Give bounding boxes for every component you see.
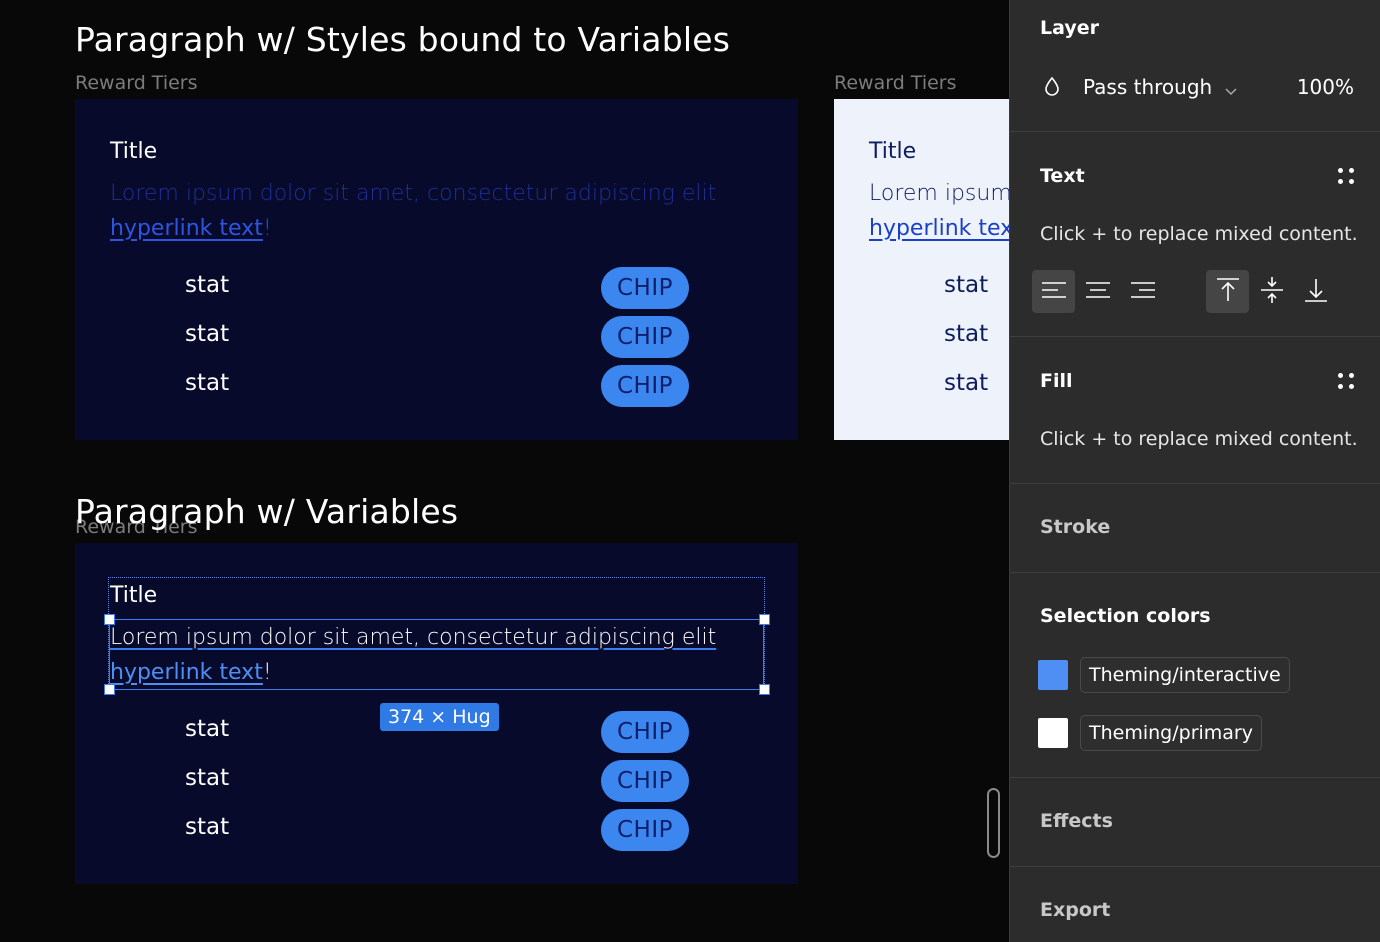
align-right-button[interactable] [1121, 270, 1164, 313]
align-middle-icon [1259, 276, 1285, 308]
paragraph-text: Lorem ipsum dolor sit amet, consectetur … [110, 181, 717, 206]
align-middle-button[interactable] [1250, 270, 1293, 313]
fill-mixed-hint: Click + to replace mixed content. [1040, 428, 1358, 450]
card-title[interactable]: Title [869, 139, 916, 164]
frame-label-2[interactable]: Reward Tiers [834, 72, 957, 94]
align-bottom-icon [1303, 277, 1329, 307]
stat-label: stat [185, 765, 230, 791]
fill-title: Fill [1040, 370, 1073, 392]
export-section[interactable]: Export [1010, 867, 1380, 942]
blend-mode-dropdown[interactable]: Pass through [1083, 75, 1237, 101]
text-selection-box[interactable] [109, 619, 764, 690]
text-title: Text [1040, 165, 1085, 187]
section-heading-styles: Paragraph w/ Styles bound to Variables [75, 20, 731, 59]
selection-colors-section: Selection colors Theming/interactive The… [1010, 573, 1380, 778]
variable-token-primary[interactable]: Theming/primary [1080, 715, 1262, 751]
section-heading-variables: Paragraph w/ Variables [75, 492, 459, 531]
effects-section[interactable]: Effects [1010, 778, 1380, 867]
stat-label: stat [944, 272, 989, 298]
resize-handle-top-left[interactable] [104, 614, 115, 625]
frame-label-1[interactable]: Reward Tiers [75, 72, 198, 94]
canvas-scrollbar[interactable] [987, 788, 1000, 858]
card-paragraph[interactable]: Lorem ipsum hyperlink tex [869, 176, 1009, 246]
align-center-button[interactable] [1076, 270, 1119, 313]
resize-handle-top-right[interactable] [759, 614, 770, 625]
resize-handle-bottom-left[interactable] [104, 684, 115, 695]
hyperlink[interactable]: hyperlink text [110, 216, 263, 241]
export-title: Export [1040, 899, 1111, 921]
align-left-icon [1041, 280, 1067, 304]
card-paragraph[interactable]: Lorem ipsum dolor sit amet, consectetur … [110, 176, 716, 246]
color-swatch-interactive[interactable] [1038, 660, 1068, 690]
layer-section: Layer Pass through 100% [1010, 0, 1380, 132]
align-bottom-button[interactable] [1294, 270, 1337, 313]
variable-token-interactive[interactable]: Theming/interactive [1080, 657, 1290, 693]
chip[interactable]: CHIP [601, 809, 689, 851]
stat-label: stat [944, 370, 989, 396]
text-mixed-hint: Click + to replace mixed content. [1040, 223, 1358, 245]
align-top-button[interactable] [1206, 270, 1249, 313]
chip[interactable]: CHIP [601, 711, 689, 753]
text-section: Text Click + to replace mixed content. [1010, 132, 1380, 337]
reward-tiers-frame-light[interactable]: Title Lorem ipsum hyperlink tex stat sta… [834, 99, 1009, 440]
effects-title: Effects [1040, 810, 1113, 832]
stat-label: stat [944, 321, 989, 347]
stat-label: stat [185, 321, 230, 347]
reward-tiers-frame-dark[interactable]: Title Lorem ipsum dolor sit amet, consec… [75, 99, 798, 440]
styles-grid-icon[interactable] [1338, 373, 1354, 389]
chip[interactable]: CHIP [601, 365, 689, 407]
align-left-button[interactable] [1032, 270, 1075, 313]
paragraph-exclaim: ! [262, 216, 272, 241]
stat-label: stat [185, 716, 230, 742]
properties-panel: Layer Pass through 100% Text Click + to … [1009, 0, 1380, 942]
card-title[interactable]: Title [110, 139, 157, 164]
layer-title: Layer [1040, 17, 1099, 39]
stroke-section[interactable]: Stroke [1010, 484, 1380, 573]
hyperlink[interactable]: hyperlink tex [869, 216, 1009, 241]
chevron-down-icon [1225, 77, 1237, 101]
color-swatch-primary[interactable] [1038, 718, 1068, 748]
selection-size-badge: 374 × Hug [380, 703, 499, 731]
fill-section: Fill Click + to replace mixed content. [1010, 337, 1380, 484]
stroke-title: Stroke [1040, 516, 1111, 538]
styles-grid-icon[interactable] [1338, 168, 1354, 184]
opacity-input[interactable]: 100% [1297, 75, 1354, 99]
align-top-icon [1215, 277, 1241, 307]
stat-label: stat [185, 370, 230, 396]
drop-icon [1044, 76, 1060, 100]
chip[interactable]: CHIP [601, 760, 689, 802]
chip[interactable]: CHIP [601, 267, 689, 309]
align-center-icon [1085, 280, 1111, 304]
design-canvas[interactable]: Paragraph w/ Styles bound to Variables R… [0, 0, 1009, 942]
selection-colors-title: Selection colors [1040, 605, 1211, 627]
paragraph-text: Lorem ipsum [869, 181, 1009, 206]
align-right-icon [1130, 280, 1156, 304]
blend-mode-value: Pass through [1083, 75, 1213, 99]
stat-label: stat [185, 272, 230, 298]
stat-label: stat [185, 814, 230, 840]
resize-handle-bottom-right[interactable] [759, 684, 770, 695]
chip[interactable]: CHIP [601, 316, 689, 358]
